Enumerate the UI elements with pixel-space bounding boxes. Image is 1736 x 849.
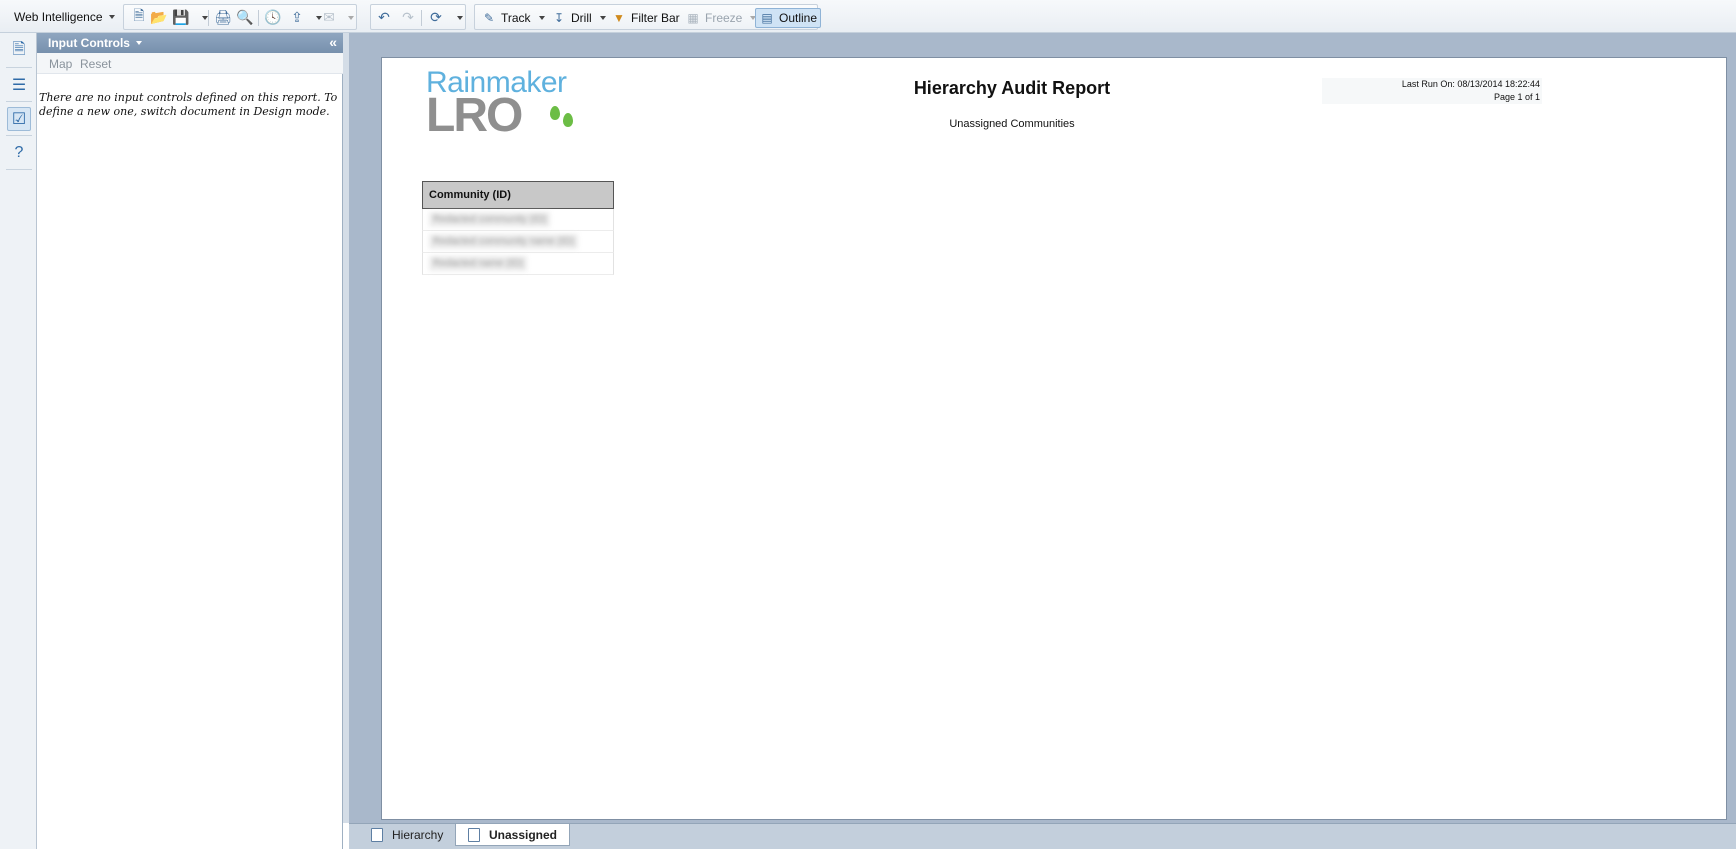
table-cell: Redacted community (ID) (429, 212, 551, 227)
web-intelligence-menu[interactable]: Web Intelligence (6, 6, 123, 28)
last-run-timestamp: Last Run On: 08/13/2014 18:22:44 (1401, 79, 1540, 89)
edit-toolbar-group: ↶ ↷ ⟳ (370, 4, 466, 30)
divider (6, 101, 32, 102)
droplet-icon (563, 113, 573, 127)
track-button[interactable]: ✎ Track (481, 8, 545, 28)
new-document-icon[interactable]: 🗎 (130, 7, 148, 26)
table-row: Redacted community (ID) (422, 209, 614, 231)
droplet-icon (550, 106, 560, 120)
page-info: Page 1 of 1 (1493, 92, 1540, 102)
chevron-down-icon[interactable] (599, 16, 606, 20)
save-icon[interactable]: 💾 (172, 8, 190, 26)
separator (258, 10, 259, 26)
analysis-toolbar-group: ✎ Track ↧ Drill ▼ Filter Bar ▦ Freeze ▤ … (474, 4, 822, 30)
open-folder-icon[interactable]: 📂 (150, 8, 168, 26)
separator (208, 10, 209, 26)
outline-button[interactable]: ▤ Outline (755, 8, 822, 28)
undo-icon[interactable]: ↶ (375, 8, 393, 26)
report-title: Hierarchy Audit Report (913, 78, 1111, 98)
filter-bar-label: Filter Bar (631, 11, 680, 25)
drill-icon: ↧ (553, 11, 565, 25)
logo-bottom-text: LRO (426, 89, 523, 142)
panel-subtoolbar: Map Reset (37, 53, 343, 74)
community-table: Community (ID) Redacted community (ID) R… (422, 181, 614, 275)
print-icon[interactable]: 🖨 (214, 8, 232, 26)
freeze-label: Freeze (705, 11, 743, 25)
panel-header: Input Controls « (37, 33, 343, 53)
email-icon: ✉ (323, 8, 335, 25)
export-icon[interactable]: ⇪ (288, 8, 306, 26)
report-tab-icon (371, 828, 383, 842)
report-page: Rainmaker LRO Hierarchy Audit Report Una… (381, 57, 1727, 820)
tab-label: Hierarchy (392, 828, 444, 842)
divider (6, 135, 32, 136)
separator (421, 10, 422, 26)
input-controls-panel: Input Controls « Map Reset There are no … (37, 33, 343, 849)
table-cell: Redacted community name (ID) (429, 234, 579, 249)
drill-label: Drill (571, 11, 592, 25)
report-canvas[interactable]: Rainmaker LRO Hierarchy Audit Report Una… (343, 33, 1736, 823)
find-icon[interactable]: 🔍 (236, 8, 254, 26)
report-meta: Last Run On: 08/13/2014 18:22:44 Page 1 … (1322, 78, 1542, 104)
divider (6, 169, 32, 170)
reset-link[interactable]: Reset (80, 57, 111, 71)
email-options-chevron-icon (348, 16, 354, 20)
chevron-down-icon (108, 15, 115, 19)
no-input-controls-message: There are no input controls defined on t… (39, 91, 338, 118)
collapse-panel-icon[interactable]: « (329, 34, 337, 50)
filter-bar-button[interactable]: ▼ Filter Bar (611, 8, 680, 28)
report-tab-icon (468, 827, 480, 842)
chevron-down-icon (135, 41, 142, 45)
outline-icon: ▤ (761, 11, 773, 25)
refresh-icon[interactable]: ⟳ (427, 8, 445, 26)
table-cell: Redacted name (ID) (429, 256, 528, 271)
report-tabs: Hierarchy Unassigned (349, 823, 1736, 849)
track-icon: ✎ (483, 11, 495, 25)
document-summary-icon[interactable]: 🗎 (7, 39, 31, 63)
history-icon[interactable]: 🕓 (264, 8, 282, 26)
document-toolbar-group: 🗎 📂 💾 🖨 🔍 🕓 ⇪ ✉ (123, 4, 357, 30)
outline-label: Outline (779, 11, 818, 25)
table-row: Redacted community name (ID) (422, 231, 614, 253)
app-menu-label: Web Intelligence (14, 10, 103, 24)
drill-button[interactable]: ↧ Drill (551, 8, 606, 28)
freeze-icon: ▦ (687, 11, 699, 25)
side-rail: 🗎 ☰ ☑ ? (0, 33, 37, 849)
filter-icon: ▼ (613, 11, 625, 25)
track-label: Track (501, 11, 531, 25)
table-header: Community (ID) (422, 181, 614, 209)
main-toolbar: Web Intelligence 🗎 📂 💾 🖨 🔍 🕓 ⇪ ✉ ↶ ↷ ⟳ ✎… (0, 0, 1736, 33)
input-controls-icon[interactable]: ☑ (7, 107, 31, 131)
report-subtitle: Unassigned Communities (949, 118, 1075, 130)
tab-label: Unassigned (489, 827, 558, 842)
panel-title: Input Controls (48, 36, 130, 50)
refresh-options-chevron-icon[interactable] (457, 16, 463, 20)
redo-icon: ↷ (402, 8, 414, 25)
freeze-button: ▦ Freeze (685, 8, 757, 28)
help-icon[interactable]: ? (7, 141, 31, 165)
map-link[interactable]: Map (49, 57, 72, 71)
tab-unassigned[interactable]: Unassigned (455, 824, 571, 846)
tab-hierarchy[interactable]: Hierarchy (359, 824, 455, 846)
chevron-down-icon[interactable] (538, 16, 545, 20)
navigation-map-icon[interactable]: ☰ (7, 73, 31, 97)
table-row: Redacted name (ID) (422, 253, 614, 275)
divider (6, 67, 32, 68)
panel-title-menu[interactable]: Input Controls (48, 36, 142, 50)
rainmaker-lro-logo: Rainmaker LRO (426, 66, 576, 142)
